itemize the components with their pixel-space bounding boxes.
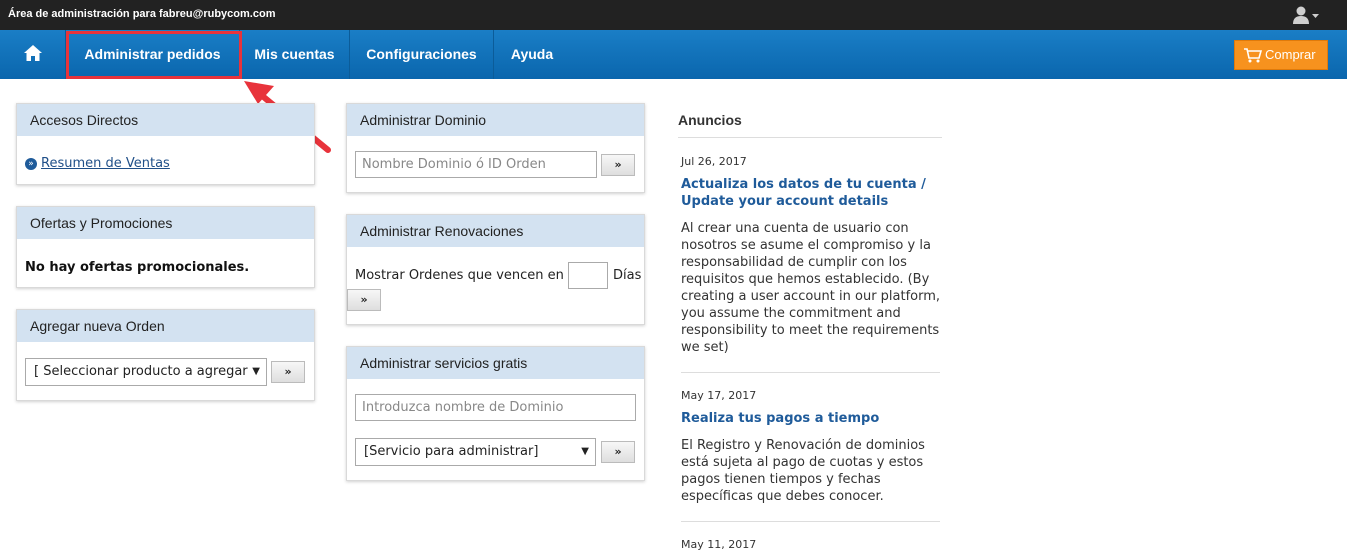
renewals-label: Mostrar Ordenes que vencen en <box>355 268 564 283</box>
divider <box>681 372 940 373</box>
announcement-date: Jul 26, 2017 <box>681 155 747 168</box>
divider <box>681 521 940 522</box>
top-bar: Área de administración para fabreu@rubyc… <box>0 0 1347 30</box>
panel-title: Administrar servicios gratis <box>347 347 644 379</box>
panel-accesos-directos: Accesos Directos » Resumen de Ventas <box>16 103 315 185</box>
days-input[interactable] <box>568 262 608 289</box>
service-select-value: [Servicio para administrar] <box>364 444 539 459</box>
panel-title: Administrar Renovaciones <box>347 215 644 247</box>
chevron-right-icon: » <box>25 157 37 170</box>
add-order-go-button[interactable]: » <box>271 361 305 383</box>
user-icon[interactable] <box>1292 6 1324 24</box>
service-select[interactable]: [Servicio para administrar] ▼ <box>355 438 596 466</box>
panel-title: Accesos Directos <box>17 104 314 136</box>
domain-search-input[interactable]: Nombre Dominio ó ID Orden <box>355 151 597 178</box>
resumen-ventas-link[interactable]: Resumen de Ventas <box>41 156 170 171</box>
annotation-highlight <box>66 31 242 79</box>
divider <box>678 137 942 138</box>
admin-area-title: Área de administración para fabreu@rubyc… <box>8 8 276 20</box>
announcement-item: May 11, 2017 <box>681 538 941 551</box>
dropdown-caret-icon: ▼ <box>248 359 260 385</box>
panel-title: Agregar nueva Orden <box>17 310 314 342</box>
announcement-date: May 17, 2017 <box>681 389 757 402</box>
announcement-headline[interactable]: Realiza tus pagos a tiempo <box>681 410 941 427</box>
panel-title: Administrar Dominio <box>347 104 644 136</box>
nav-home[interactable] <box>0 30 66 79</box>
announcement-item: Jul 26, 2017 Actualiza los datos de tu c… <box>681 155 941 356</box>
product-select[interactable]: [ Seleccionar producto a agregar ] ▼ <box>25 358 267 386</box>
days-suffix: Días <box>613 268 642 283</box>
announcement-date: May 11, 2017 <box>681 538 757 551</box>
renewals-go-button[interactable]: » <box>347 289 381 311</box>
nav-ayuda[interactable]: Ayuda <box>494 30 570 79</box>
dropdown-caret-icon: ▼ <box>581 446 589 457</box>
panel-title: Ofertas y Promociones <box>17 207 314 239</box>
nav-configuraciones[interactable]: Configuraciones <box>350 30 494 79</box>
cart-icon <box>1244 48 1262 63</box>
domain-go-button[interactable]: » <box>601 154 635 176</box>
panel-administrar-dominio: Administrar Dominio Nombre Dominio ó ID … <box>346 103 645 193</box>
buy-label: Comprar <box>1265 47 1316 62</box>
announcement-body: Al crear una cuenta de usuario con nosot… <box>681 221 941 355</box>
service-go-button[interactable]: » <box>601 441 635 463</box>
free-domain-input[interactable]: Introduzca nombre de Dominio <box>355 394 636 421</box>
shortcut-link-row: » Resumen de Ventas <box>25 156 170 171</box>
announcement-body: El Registro y Renovación de dominios est… <box>681 438 925 504</box>
panel-servicios-gratis: Administrar servicios gratis Introduzca … <box>346 346 645 481</box>
announcement-headline[interactable]: Actualiza los datos de tu cuenta / Updat… <box>681 176 941 210</box>
announcements-title: Anuncios <box>678 112 742 128</box>
home-icon <box>24 45 42 61</box>
buy-button[interactable]: Comprar <box>1234 40 1328 70</box>
announcement-item: May 17, 2017 Realiza tus pagos a tiempo … <box>681 389 941 505</box>
product-select-value: [ Seleccionar producto a agregar ] <box>34 364 257 379</box>
panel-ofertas: Ofertas y Promociones No hay ofertas pro… <box>16 206 315 288</box>
panel-agregar-orden: Agregar nueva Orden [ Seleccionar produc… <box>16 309 315 401</box>
no-offers-message: No hay ofertas promocionales. <box>25 260 250 275</box>
panel-administrar-renovaciones: Administrar Renovaciones Mostrar Ordenes… <box>346 214 645 325</box>
